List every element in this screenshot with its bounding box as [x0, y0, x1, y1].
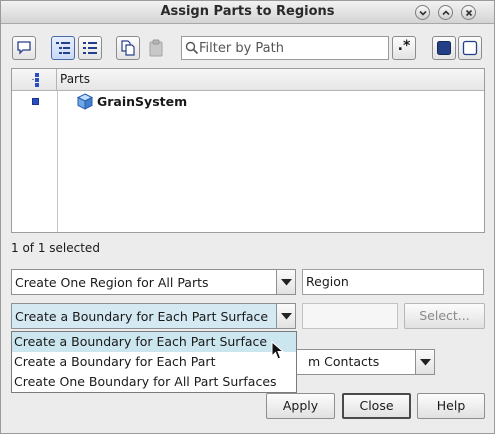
caret-down-icon: [281, 313, 292, 320]
tree-list-icon: [56, 42, 70, 54]
apply-button[interactable]: Apply: [266, 393, 335, 419]
boundary-name-field[interactable]: [302, 303, 398, 329]
assign-parts-dialog: Assign Parts to Regions Filter by Path .…: [0, 0, 495, 434]
help-button[interactable]: Help: [417, 393, 485, 419]
contacts-mode-dropdown-button[interactable]: [415, 349, 435, 375]
region-name-field[interactable]: [302, 269, 484, 295]
filter-by-path-field[interactable]: [181, 36, 389, 60]
title-bar[interactable]: Assign Parts to Regions: [1, 1, 494, 24]
comment-button[interactable]: [12, 36, 36, 60]
selected-marker[interactable]: [32, 98, 39, 105]
chevron-down-icon: [419, 10, 427, 16]
caret-down-icon: [281, 279, 292, 286]
selection-status: 1 of 1 selected: [11, 241, 100, 255]
caret-down-icon: [420, 359, 431, 366]
boundary-option[interactable]: Create One Boundary for All Part Surface…: [12, 372, 296, 392]
paste-button[interactable]: [148, 39, 164, 60]
part-name: GrainSystem: [97, 94, 188, 109]
regex-label: .*: [397, 38, 411, 54]
select-all-button[interactable]: [432, 36, 456, 60]
boundary-mode-value: Create a Boundary for Each Part Surface: [15, 309, 269, 324]
select-button[interactable]: Select...: [404, 303, 485, 329]
chevron-up-icon: [442, 10, 450, 16]
filled-square-icon: [437, 41, 451, 55]
regex-toggle-button[interactable]: .*: [392, 36, 416, 60]
selection-column-header[interactable]: [12, 69, 57, 90]
selection-column-icon: [32, 73, 39, 87]
boundary-mode-dropdown-button[interactable]: [276, 303, 296, 329]
list-icon: [83, 42, 97, 54]
region-mode-combo[interactable]: Create One Region for All Parts: [11, 269, 277, 295]
boundary-mode-combo[interactable]: Create a Boundary for Each Part Surface: [11, 303, 277, 329]
column-divider: [57, 91, 58, 232]
region-mode-dropdown-button[interactable]: [276, 269, 296, 295]
parts-column-header[interactable]: Parts: [60, 72, 90, 86]
tree-view-button[interactable]: [51, 36, 75, 60]
boundary-option[interactable]: Create a Boundary for Each Part: [12, 352, 296, 372]
contacts-mode-value: m Contacts: [308, 354, 380, 369]
boundary-option[interactable]: Create a Boundary for Each Part Surface: [12, 332, 296, 352]
clipboard-icon: [149, 39, 163, 57]
speech-bubble-icon: [17, 41, 31, 55]
deselect-all-button[interactable]: [458, 36, 482, 60]
close-icon: [465, 9, 473, 17]
boundary-name-input[interactable]: [306, 308, 392, 323]
tree-row[interactable]: GrainSystem: [12, 92, 484, 112]
collapse-window-button[interactable]: [415, 5, 430, 20]
region-name-input[interactable]: [306, 274, 478, 289]
boundary-mode-options: Create a Boundary for Each Part Surface …: [11, 331, 297, 393]
maximize-window-button[interactable]: [438, 5, 453, 20]
empty-square-icon: [462, 40, 478, 56]
tree-header: Parts: [12, 69, 484, 91]
close-window-button[interactable]: [461, 5, 476, 20]
parts-tree: Parts GrainSystem: [11, 68, 485, 233]
search-icon: [185, 41, 199, 55]
region-mode-value: Create One Region for All Parts: [15, 275, 209, 290]
mouse-pointer-icon: [271, 341, 285, 360]
filter-input[interactable]: [199, 39, 384, 57]
copy-pages-icon: [121, 40, 135, 56]
close-button[interactable]: Close: [342, 393, 411, 419]
part-cube-icon: [76, 93, 94, 110]
flat-list-button[interactable]: [78, 36, 102, 60]
copy-button[interactable]: [116, 36, 140, 60]
